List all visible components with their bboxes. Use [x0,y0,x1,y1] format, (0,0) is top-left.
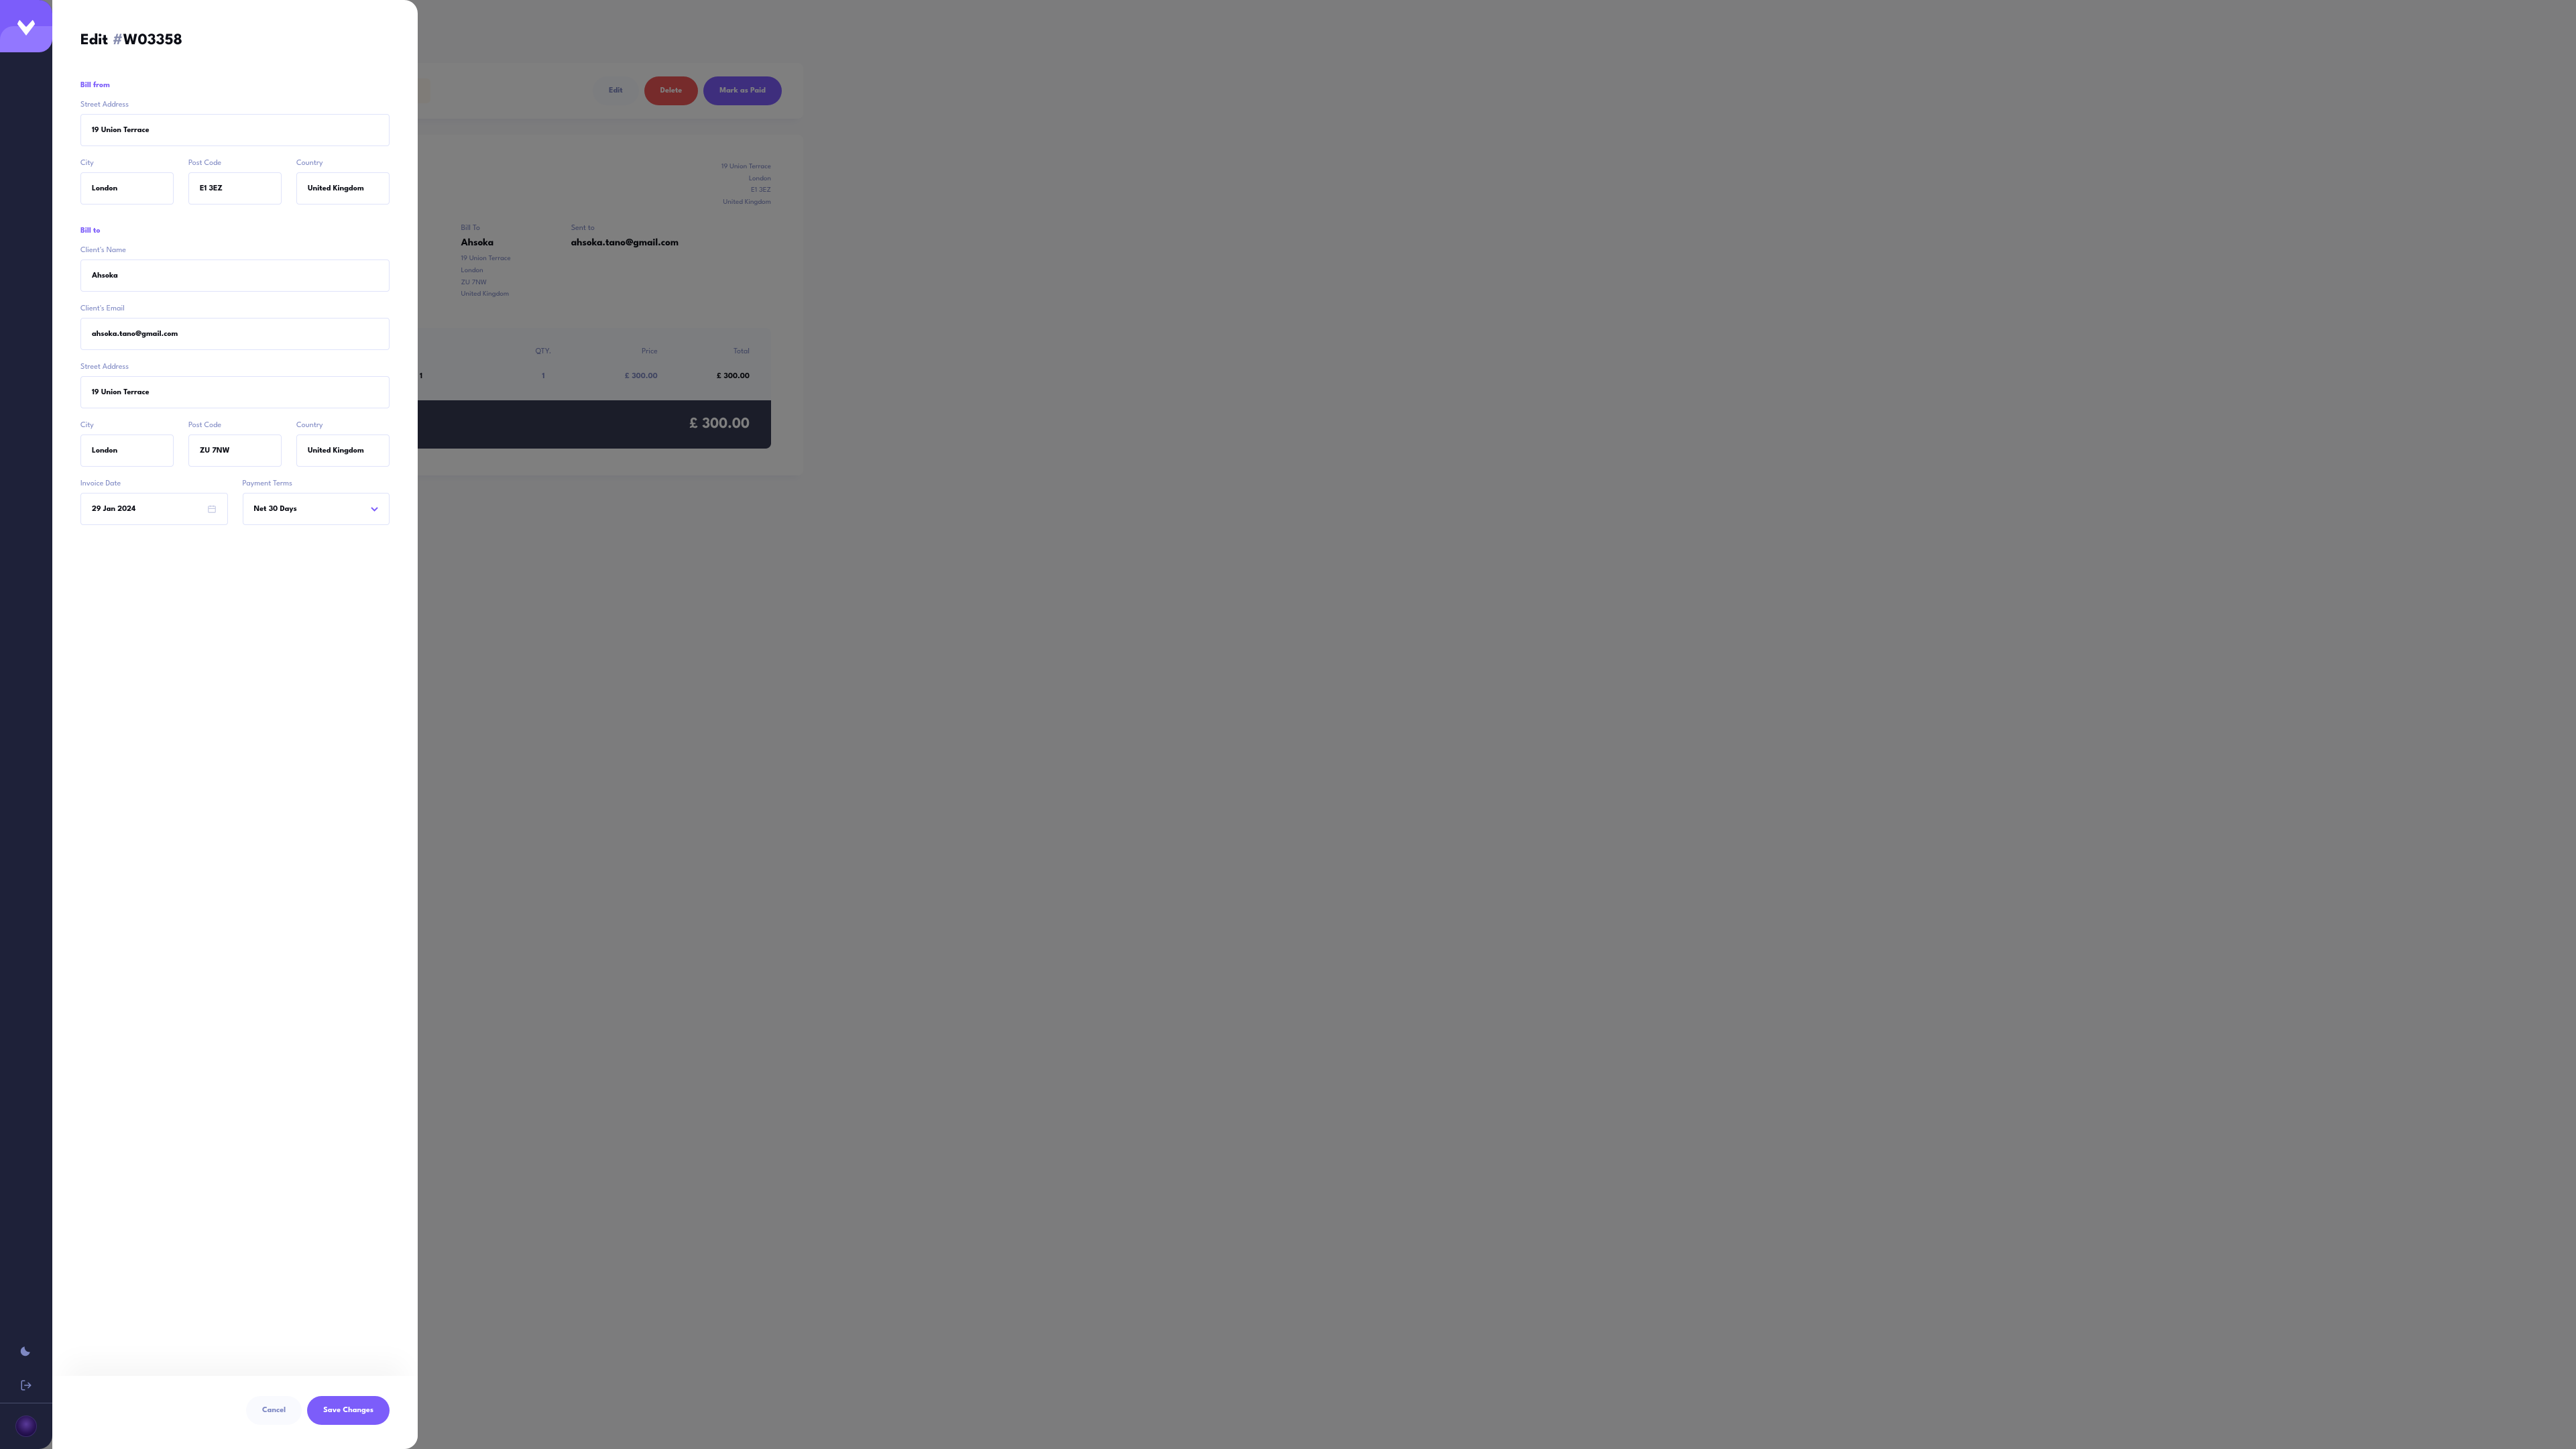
to-postcode-input[interactable] [188,434,282,467]
from-street-input[interactable] [80,114,390,146]
save-changes-button[interactable]: Save Changes [307,1396,390,1425]
payment-terms-label: Payment Terms [243,480,390,487]
client-name-label: Client's Name [80,247,390,254]
client-name-input[interactable] [80,259,390,292]
from-street-label: Street Address [80,101,390,109]
chevron-down-icon [371,507,378,512]
client-email-label: Client's Email [80,305,390,312]
to-country-label: Country [296,422,390,429]
to-street-input[interactable] [80,376,390,408]
invoice-date-picker[interactable]: 29 Jan 2024 [80,493,228,525]
section-bill-from: Bill from [80,82,390,89]
logout-button[interactable] [19,1379,33,1392]
to-country-input[interactable] [296,434,390,467]
section-bill-to: Bill to [80,227,390,235]
payment-terms-text: Net 30 Days [254,506,297,513]
cancel-button[interactable]: Cancel [246,1396,302,1425]
drawer-title: Edit #W03358 [52,0,418,72]
moon-icon [19,1344,33,1357]
from-country-label: Country [296,160,390,167]
theme-toggle[interactable] [19,1344,33,1357]
avatar-section [0,1403,52,1449]
to-city-input[interactable] [80,434,174,467]
logout-icon [20,1379,32,1391]
app-logo[interactable] [0,0,52,52]
sidebar [0,0,52,1449]
to-postcode-label: Post Code [188,422,282,429]
from-country-input[interactable] [296,172,390,205]
client-email-input[interactable] [80,318,390,350]
drawer-footer: Cancel Save Changes [52,1376,418,1449]
avatar[interactable] [15,1415,37,1437]
from-postcode-label: Post Code [188,160,282,167]
invoice-date-field-label: Invoice Date [80,480,228,487]
invoice-date-text: 29 Jan 2024 [92,506,135,513]
edit-drawer: Edit #W03358 Bill from Street Address Ci… [52,0,418,1449]
payment-terms-select[interactable]: Net 30 Days [243,493,390,525]
logo-icon [17,17,36,36]
calendar-icon [207,504,217,514]
from-postcode-input[interactable] [188,172,282,205]
from-city-input[interactable] [80,172,174,205]
to-city-label: City [80,422,174,429]
from-city-label: City [80,160,174,167]
to-street-label: Street Address [80,363,390,371]
